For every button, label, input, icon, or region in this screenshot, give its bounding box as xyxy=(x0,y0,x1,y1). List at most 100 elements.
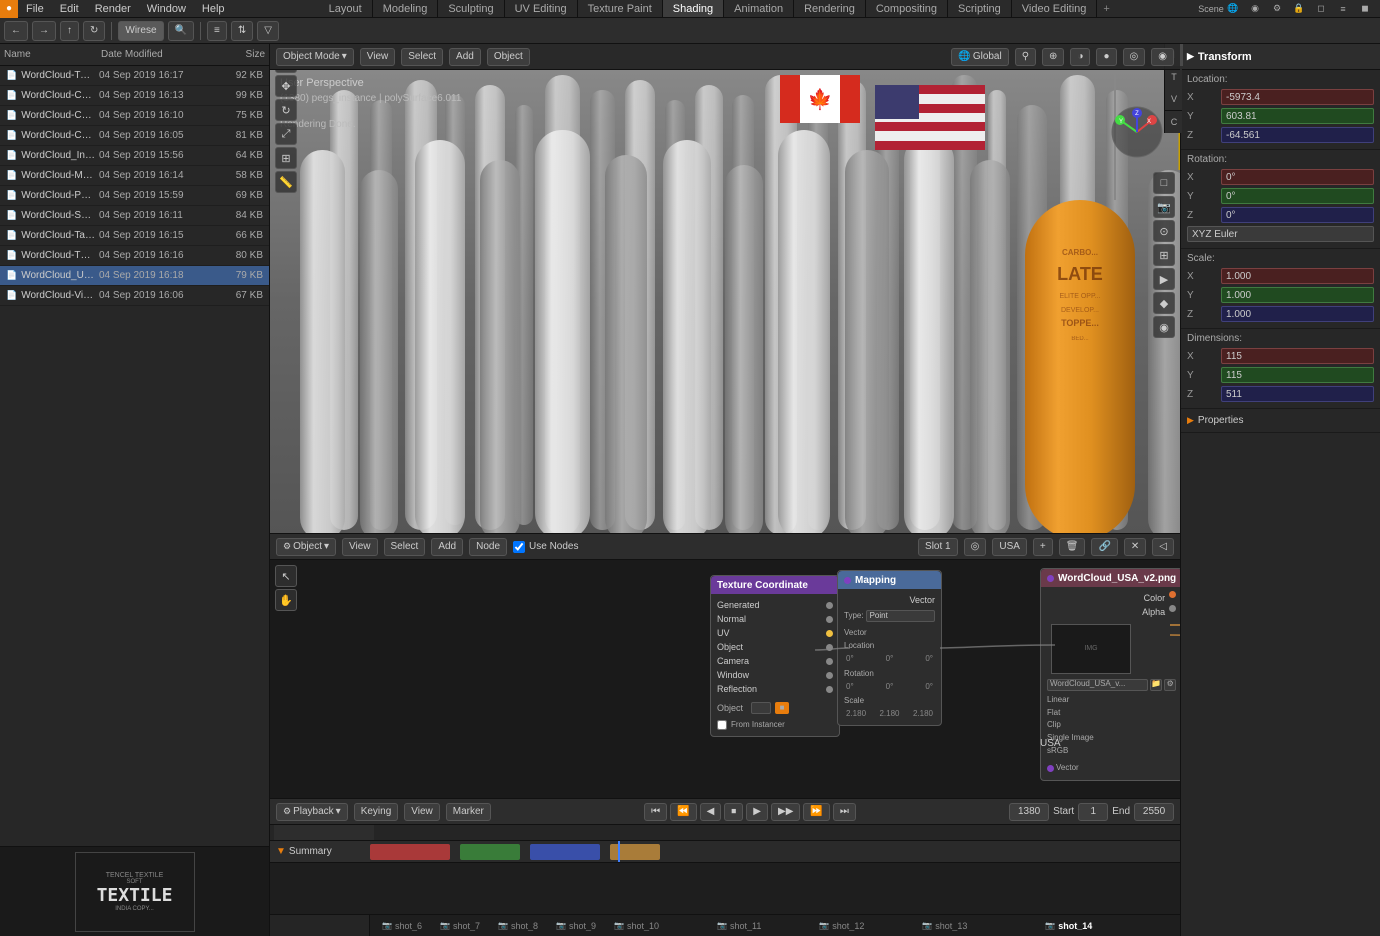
shader-sphere-btn[interactable]: ◎ xyxy=(964,538,987,556)
viewport-solid-btn[interactable]: ● xyxy=(1096,48,1116,66)
move-tool[interactable]: ✥ xyxy=(275,75,297,97)
rot-mode-field[interactable]: XYZ Euler xyxy=(1187,226,1374,242)
nav-forward-btn[interactable]: → xyxy=(32,21,56,41)
tab-layout[interactable]: Layout xyxy=(319,0,373,17)
close-material-btn[interactable]: ✕ xyxy=(1124,538,1146,556)
dim-y-field[interactable]: 115 xyxy=(1221,367,1374,383)
view-tab[interactable]: V xyxy=(1180,88,1183,110)
summary-bar[interactable] xyxy=(370,841,1180,862)
search-btn[interactable]: 🔍 xyxy=(168,21,194,41)
stop-btn[interactable]: ⏹ xyxy=(724,803,743,821)
shader-add-btn[interactable]: Add xyxy=(431,538,463,556)
shader-hand-icon[interactable]: ✋ xyxy=(275,589,297,611)
file-row[interactable]: 📄 WordCloud-Thailand... 04 Sep 2019 16:1… xyxy=(0,246,269,266)
render-props-btn[interactable]: ◉ xyxy=(1153,316,1175,338)
file-row[interactable]: 📄 WordCloud-China_v... 04 Sep 2019 16:05… xyxy=(0,126,269,146)
file-row[interactable]: 📄 WordCloud_India_v2... 04 Sep 2019 15:5… xyxy=(0,146,269,166)
tab-uv-editing[interactable]: UV Editing xyxy=(505,0,578,17)
nav-reload-btn[interactable]: ↻ xyxy=(83,21,105,41)
blender-logo[interactable]: ● xyxy=(0,0,18,18)
menu-window[interactable]: Window xyxy=(139,0,194,17)
material-label-field[interactable]: USA xyxy=(992,538,1027,556)
viewport-rendered-btn[interactable]: ◉ xyxy=(1151,48,1174,66)
shot-item[interactable]: 📷 shot_13 xyxy=(914,921,975,931)
cursor-tool[interactable]: ⊕ xyxy=(275,70,297,73)
shot-item[interactable]: 📷 shot_11 xyxy=(709,921,769,931)
timeline-keying-btn[interactable]: Keying xyxy=(354,803,399,821)
file-row[interactable]: 📄 WordCloud-Malaysi... 04 Sep 2019 16:14… xyxy=(0,166,269,186)
rotate-tool[interactable]: ↻ xyxy=(275,99,297,121)
dim-z-field[interactable]: 511 xyxy=(1221,386,1374,402)
shot-item[interactable]: 📷 shot_10 xyxy=(606,921,667,931)
filename-field[interactable]: WordCloud_USA_v... xyxy=(1047,679,1148,691)
file-row[interactable]: 📄 WordCloud-Vietnam... 04 Sep 2019 16:06… xyxy=(0,286,269,306)
add-workspace-btn[interactable]: + xyxy=(1097,0,1115,17)
vp-add-btn[interactable]: Add xyxy=(449,48,481,66)
object-field[interactable] xyxy=(751,702,771,714)
next-keyframe-btn[interactable]: ⏩ xyxy=(803,803,829,821)
type-dropdown[interactable]: Point xyxy=(866,610,935,622)
shader-mode-dropdown[interactable]: ⚙ Object ▾ xyxy=(276,538,336,556)
viewport-gizmo-btn[interactable]: ⊕ xyxy=(1042,48,1064,66)
shot-item[interactable]: 📷 shot_9 xyxy=(548,921,604,931)
menu-file[interactable]: File xyxy=(18,0,52,17)
shot-item[interactable]: 📷 shot_8 xyxy=(490,921,546,931)
filter-btn[interactable]: ▽ xyxy=(257,21,279,41)
browse-btn[interactable]: 📁 xyxy=(1150,679,1162,691)
vp-object-btn[interactable]: Object xyxy=(487,48,530,66)
shot-item[interactable]: 📷 shot_7 xyxy=(432,921,488,931)
nav-gizmo[interactable]: X Y Z xyxy=(1110,105,1165,160)
tool-tab[interactable]: T xyxy=(1180,66,1183,88)
start-frame-field[interactable]: 1 xyxy=(1078,803,1108,821)
shot-item[interactable]: 📷 shot_14 xyxy=(1037,921,1100,931)
img-settings-btn[interactable]: ⚙ xyxy=(1164,679,1176,691)
use-nodes-checkbox[interactable] xyxy=(513,541,525,553)
menu-render[interactable]: Render xyxy=(87,0,139,17)
file-row-selected[interactable]: 📄 WordCloud_USA_v2... 04 Sep 2019 16:18 … xyxy=(0,266,269,286)
del-material-btn[interactable]: 🗑 xyxy=(1059,538,1086,556)
viewport-material-btn[interactable]: ◎ xyxy=(1123,48,1146,66)
viewport-overlay-btn[interactable]: ⚲ xyxy=(1015,48,1036,66)
object-btn[interactable]: ■ xyxy=(775,702,789,714)
texture-coord-node[interactable]: Texture Coordinate Generated Normal UV xyxy=(710,575,840,737)
menu-edit[interactable]: Edit xyxy=(52,0,87,17)
view-top-btn[interactable]: ⊙ xyxy=(1153,220,1175,242)
play-btn[interactable]: ▶ xyxy=(746,803,768,821)
next-frame-btn[interactable]: ▶▶ xyxy=(771,803,800,821)
measure-tool[interactable]: 📏 xyxy=(275,171,297,193)
tab-scripting[interactable]: Scripting xyxy=(948,0,1012,17)
sort-btn[interactable]: ⇅ xyxy=(231,21,253,41)
tab-shading[interactable]: Shading xyxy=(663,0,724,17)
slot-dropdown[interactable]: Slot 1 xyxy=(918,538,958,556)
shot-item[interactable]: 📷 shot_6 xyxy=(374,921,430,931)
play-end-btn[interactable]: ⏭ xyxy=(833,803,856,821)
tab-sculpting[interactable]: Sculpting xyxy=(438,0,504,17)
end-frame-field[interactable]: 2550 xyxy=(1134,803,1174,821)
rot-y-field[interactable]: 0° xyxy=(1221,188,1374,204)
file-row[interactable]: 📄 WordCloud-Portugal... 04 Sep 2019 15:5… xyxy=(0,186,269,206)
file-row[interactable]: 📄 WordCloud-Cambod... 04 Sep 2019 16:13 … xyxy=(0,86,269,106)
global-orient-icon[interactable]: 🌐 xyxy=(1224,2,1242,16)
file-row[interactable]: 📄 WordCloud-Taiwan... 04 Sep 2019 16:15 … xyxy=(0,226,269,246)
new-material-btn[interactable]: + xyxy=(1033,538,1053,556)
scale-tool[interactable]: ⤢ xyxy=(275,123,297,145)
shader-node-btn[interactable]: Node xyxy=(469,538,507,556)
vp-select-btn[interactable]: Select xyxy=(401,48,443,66)
viewport-xray-btn[interactable]: ◑ xyxy=(1070,48,1090,66)
mapping-node[interactable]: Mapping Vector Type: Point Vector Locati… xyxy=(837,570,942,726)
image-texture-node[interactable]: WordCloud_USA_v2.png Color Alpha IMG xyxy=(1040,568,1180,781)
file-row[interactable]: 📄 WordCloud-Canada_... 04 Sep 2019 16:10… xyxy=(0,106,269,126)
shader-view-btn[interactable]: View xyxy=(342,538,378,556)
view-perspective-btn[interactable]: □ xyxy=(1153,172,1175,194)
shot-item[interactable]: 📷 shot_12 xyxy=(811,921,872,931)
loc-x-field[interactable]: -5973.4 xyxy=(1221,89,1374,105)
object-mode-dropdown[interactable]: Object Mode ▾ xyxy=(276,48,354,66)
item-tab[interactable]: I xyxy=(1180,44,1183,66)
tab-animation[interactable]: Animation xyxy=(724,0,794,17)
current-frame-field[interactable]: 1380 xyxy=(1009,803,1049,821)
prev-material-btn[interactable]: ◁ xyxy=(1152,538,1174,556)
path-input-container[interactable]: Wirese xyxy=(118,21,163,41)
timeline-playback-btn[interactable]: ⚙ Playback ▾ xyxy=(276,803,348,821)
object-props-btn[interactable]: ◆ xyxy=(1153,292,1175,314)
menu-help[interactable]: Help xyxy=(194,0,233,17)
